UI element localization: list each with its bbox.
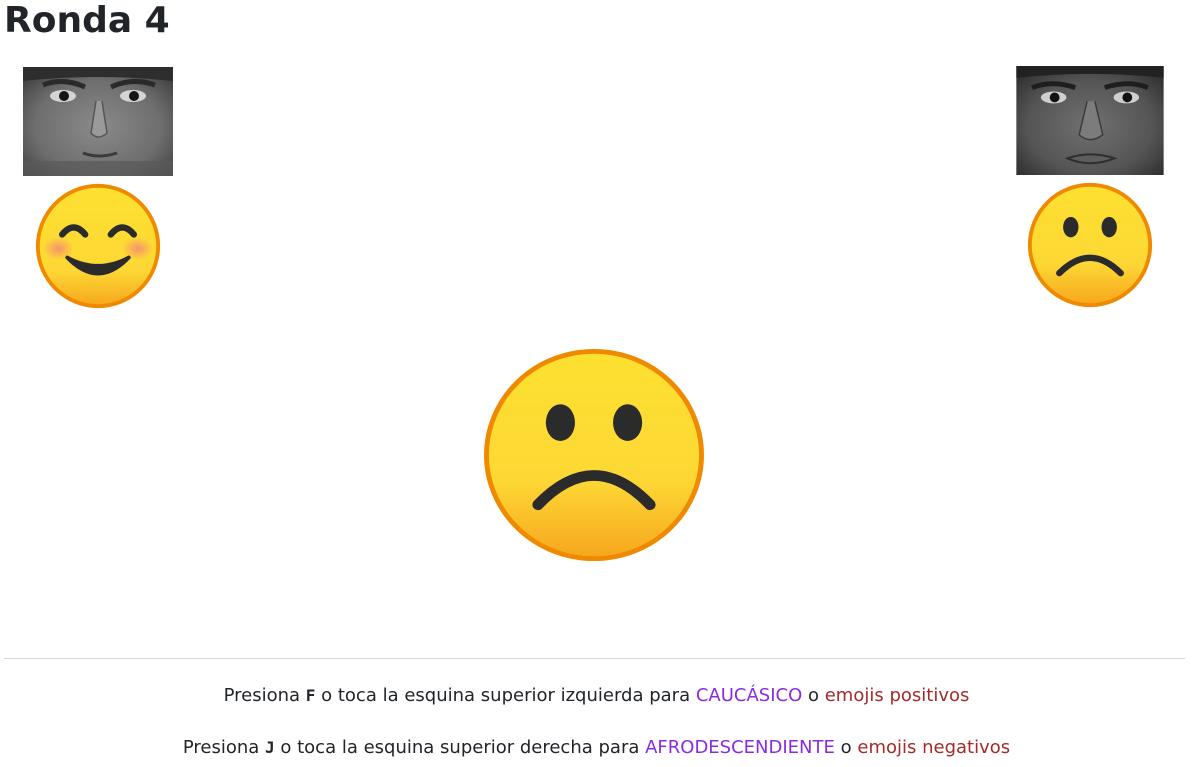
right-corner-target[interactable] bbox=[1015, 66, 1165, 309]
caucasian-face-icon[interactable] bbox=[23, 67, 173, 176]
instruction-left: Presiona F o toca la esquina superior iz… bbox=[0, 684, 1193, 708]
afro-descendant-face-icon[interactable] bbox=[1015, 66, 1165, 175]
frowning-face-emoji-icon bbox=[1027, 182, 1153, 308]
right-attribute-label: emojis negativos bbox=[857, 737, 1011, 758]
round-title: Ronda 4 bbox=[4, 0, 170, 41]
instruction-right-middle: o toca la esquina superior derecha para bbox=[274, 737, 646, 758]
instruction-left-prefix: Presiona bbox=[223, 685, 306, 706]
smiling-face-with-blush-emoji-icon bbox=[35, 183, 161, 309]
left-corner-target[interactable] bbox=[23, 67, 173, 310]
key-j: J bbox=[265, 738, 275, 757]
right-category-label: AFRODESCENDIENTE bbox=[645, 737, 835, 758]
divider bbox=[4, 658, 1185, 659]
left-category-label: CAUCÁSICO bbox=[695, 685, 803, 706]
instruction-right: Presiona J o toca la esquina superior de… bbox=[0, 736, 1193, 760]
left-attribute-label: emojis positivos bbox=[824, 685, 970, 706]
instruction-right-joiner: o bbox=[834, 737, 858, 758]
instruction-right-prefix: Presiona bbox=[182, 737, 266, 758]
stimulus-frowning-face-emoji-icon bbox=[484, 348, 704, 562]
key-f: F bbox=[305, 686, 316, 705]
iat-round-page: Ronda 4 Presiona F o toca la esquina sup… bbox=[0, 0, 1193, 767]
instruction-left-middle: o toca la esquina superior izquierda par… bbox=[315, 685, 696, 706]
instruction-left-joiner: o bbox=[802, 685, 825, 706]
